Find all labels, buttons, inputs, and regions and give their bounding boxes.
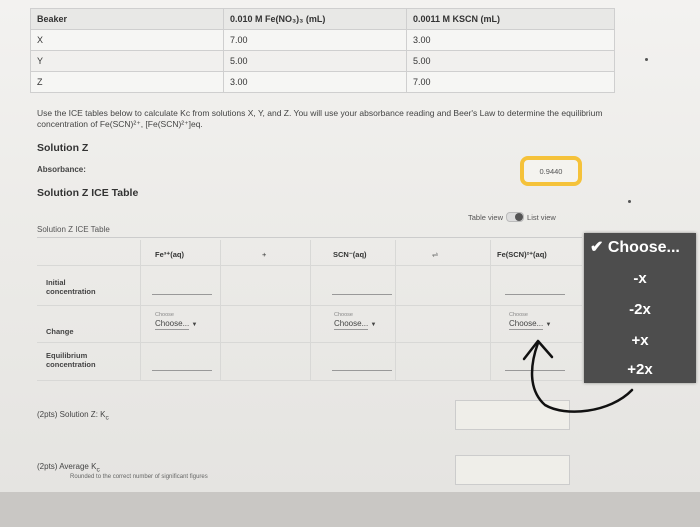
- volume-table-header: Beaker 0.010 M Fe(NO₃)₃ (mL) 0.0011 M KS…: [30, 8, 615, 30]
- list-view-label[interactable]: List view: [527, 213, 556, 222]
- ice-table-caption: Solution Z ICE Table: [37, 225, 110, 234]
- stray-mark: [628, 200, 631, 203]
- col-header-kscn: 0.0011 M KSCN (mL): [406, 8, 615, 30]
- question-subscript: c: [96, 466, 100, 474]
- cell-kscn: 5.00: [406, 50, 615, 72]
- cell-beaker: Y: [30, 50, 224, 72]
- row-label-equilibrium: Equilibrium concentration: [46, 351, 96, 369]
- initial-feSCN-input[interactable]: [505, 294, 565, 295]
- cell-feno3: 5.00: [223, 50, 407, 72]
- cell-feno3: 7.00: [223, 29, 407, 51]
- col-header-feno3: 0.010 M Fe(NO₃)₃ (mL): [223, 8, 407, 30]
- hand-drawn-arrow-icon: [522, 339, 634, 413]
- change-scn-select[interactable]: Choose Choose... ▼: [334, 312, 376, 330]
- table-row: Y 5.00 5.00: [30, 50, 615, 72]
- col-header-scn: SCN⁻(aq): [333, 250, 367, 259]
- grid-divider: [490, 240, 491, 380]
- select-value[interactable]: Choose...: [509, 319, 544, 330]
- grid-divider: [140, 240, 141, 380]
- table-row: Z 3.00 7.00: [30, 71, 615, 93]
- plus-sign: +: [262, 250, 267, 259]
- equilibrium-arrow: ⇌: [432, 250, 439, 259]
- volume-table: Beaker 0.010 M Fe(NO₃)₃ (mL) 0.0011 M KS…: [30, 8, 615, 93]
- average-kc-input[interactable]: [455, 455, 570, 485]
- table-view-label[interactable]: Table view: [468, 213, 503, 222]
- dropdown-option-minus-x[interactable]: -x: [584, 270, 696, 287]
- equilibrium-scn-input[interactable]: [332, 370, 392, 371]
- bottom-shade: [0, 492, 700, 527]
- absorbance-value: 0.9440: [520, 156, 582, 186]
- col-header-fe3: Fe³⁺(aq): [155, 250, 184, 259]
- toggle-switch[interactable]: [506, 212, 525, 222]
- question-text: (2pts) Average K: [37, 462, 97, 471]
- dropdown-option-minus-2x[interactable]: -2x: [584, 301, 696, 318]
- question-text: (2pts) Solution Z: K: [37, 410, 106, 419]
- change-fe3-select[interactable]: Choose Choose... ▼: [155, 312, 197, 330]
- col-header-beaker: Beaker: [30, 8, 224, 30]
- dropdown-option-choose[interactable]: ✔ Choose...: [590, 237, 700, 257]
- question-kc-solution-z: (2pts) Solution Z: Kc: [37, 410, 109, 422]
- instructions-text: Use the ICE tables below to calculate Kc…: [37, 108, 603, 129]
- grid-divider: [37, 265, 582, 266]
- grid-divider: [395, 240, 396, 380]
- grid-divider: [220, 240, 221, 380]
- cell-kscn: 7.00: [406, 71, 615, 93]
- view-toggle[interactable]: Table view List view: [468, 212, 556, 222]
- select-value[interactable]: Choose...: [334, 319, 369, 330]
- cell-kscn: 3.00: [406, 29, 615, 51]
- absorbance-label: Absorbance:: [37, 165, 86, 174]
- question-average-kc: (2pts) Average Kc: [37, 462, 100, 474]
- table-row: X 7.00 3.00: [30, 29, 615, 51]
- grid-divider: [310, 240, 311, 380]
- select-value[interactable]: Choose...: [155, 319, 190, 330]
- change-feSCN-select[interactable]: Choose Choose... ▼: [509, 312, 551, 330]
- equilibrium-fe3-input[interactable]: [152, 370, 212, 371]
- choose-hint: Choose: [334, 312, 353, 318]
- sig-fig-note: Rounded to the correct number of signifi…: [70, 474, 208, 480]
- chevron-down-icon[interactable]: ▼: [370, 322, 376, 328]
- initial-fe3-input[interactable]: [152, 294, 212, 295]
- ice-table-title: Solution Z ICE Table: [37, 187, 139, 199]
- choose-hint: Choose: [155, 312, 174, 318]
- row-label-initial: Initial concentration: [46, 278, 96, 296]
- cell-beaker: X: [30, 29, 224, 51]
- solution-title: Solution Z: [37, 142, 89, 154]
- row-label-change: Change: [46, 327, 74, 336]
- chevron-down-icon[interactable]: ▼: [191, 322, 197, 328]
- stray-mark: [645, 58, 648, 61]
- initial-scn-input[interactable]: [332, 294, 392, 295]
- chevron-down-icon[interactable]: ▼: [545, 322, 551, 328]
- cell-feno3: 3.00: [223, 71, 407, 93]
- choose-hint: Choose: [509, 312, 528, 318]
- question-subscript: c: [105, 414, 109, 422]
- cell-beaker: Z: [30, 71, 224, 93]
- col-header-feSCN: Fe(SCN)²⁺(aq): [497, 250, 547, 259]
- grid-divider: [37, 305, 582, 306]
